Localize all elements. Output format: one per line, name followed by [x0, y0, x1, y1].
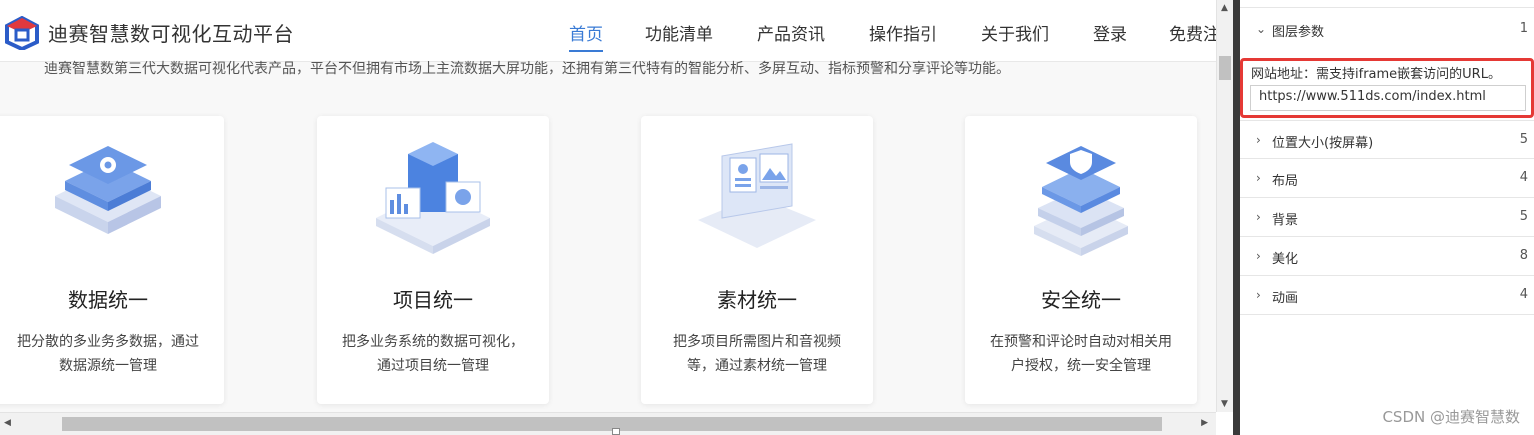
card-desc-line: 把多业务系统的数据可视化，: [342, 334, 524, 350]
project-cube-icon: [376, 142, 490, 254]
site-header: 迪赛智慧数可视化互动平台 首页 功能清单 产品资讯 操作指引 关于我们 登录 免…: [0, 0, 1216, 62]
card-desc-line: 数据源统一管理: [59, 358, 157, 374]
database-gear-icon: [55, 146, 161, 234]
scroll-right-arrow-icon[interactable]: ▶: [1201, 418, 1208, 428]
nav-item-register[interactable]: 免费注: [1169, 20, 1216, 45]
section-count: 1: [1519, 21, 1528, 36]
chevron-right-icon: ›: [1256, 171, 1261, 185]
section-label: 布局: [1272, 174, 1299, 189]
chevron-right-icon: ›: [1256, 133, 1261, 147]
section-layout[interactable]: › 布局 4: [1240, 159, 1534, 198]
watermark: CSDN @迪赛智慧数: [1382, 408, 1520, 426]
feature-card-project: 项目统一 把多业务系统的数据可视化， 通过项目统一管理: [317, 116, 549, 404]
feature-card-security: 安全统一 在预警和评论时自动对相关用 户授权，统一安全管理: [965, 116, 1197, 404]
card-desc-line: 把分散的多业务多数据，通过: [17, 334, 199, 350]
scroll-down-arrow-icon[interactable]: ▼: [1221, 399, 1228, 409]
card-description: 在预警和评论时自动对相关用 户授权，统一安全管理: [973, 330, 1189, 378]
card-desc-line: 户授权，统一安全管理: [1011, 358, 1151, 374]
url-field-group: 网站地址：需支持iframe嵌套访问的URL。 https://www.511d…: [1240, 58, 1534, 118]
nav-item-news[interactable]: 产品资讯: [757, 20, 825, 45]
feature-card-data: 数据统一 把分散的多业务多数据，通过 数据源统一管理: [0, 116, 224, 404]
chevron-right-icon: ›: [1256, 288, 1261, 302]
card-desc-line: 把多项目所需图片和音视频: [673, 334, 841, 350]
card-title: 安全统一: [1041, 288, 1121, 312]
section-count: 5: [1519, 132, 1528, 147]
section-label: 图层参数: [1272, 25, 1325, 40]
laptop-media-icon: [698, 143, 816, 248]
card-description: 把分散的多业务多数据，通过 数据源统一管理: [0, 330, 216, 378]
url-field-label: 网站地址：需支持iframe嵌套访问的URL。: [1251, 67, 1501, 82]
section-label: 美化: [1272, 252, 1299, 267]
card-description: 把多项目所需图片和音视频 等，通过素材统一管理: [649, 330, 865, 378]
section-count: 8: [1519, 248, 1528, 263]
iframe-vertical-scrollbar[interactable]: ▲ ▼: [1216, 0, 1233, 412]
section-count: 5: [1519, 209, 1528, 224]
feature-card-material: 素材统一 把多项目所需图片和音视频 等，通过素材统一管理: [641, 116, 873, 404]
card-title: 素材统一: [717, 288, 797, 312]
section-background[interactable]: › 背景 5: [1240, 198, 1534, 237]
nav-item-guide[interactable]: 操作指引: [869, 20, 937, 45]
section-beautify[interactable]: › 美化 8: [1240, 237, 1534, 276]
nav-item-about[interactable]: 关于我们: [981, 20, 1049, 45]
site-nav: 首页 功能清单 产品资讯 操作指引 关于我们 登录 免费注: [0, 20, 1216, 52]
chevron-down-icon: ⌄: [1256, 22, 1267, 36]
resize-handle[interactable]: [612, 428, 620, 435]
section-position-size[interactable]: › 位置大小(按屏幕) 5: [1240, 120, 1534, 159]
panel-top-strip: [1240, 0, 1534, 8]
card-desc-line: 在预警和评论时自动对相关用: [990, 334, 1172, 350]
shield-server-icon: [1034, 146, 1128, 256]
section-animation[interactable]: › 动画 4: [1240, 276, 1534, 315]
scroll-up-arrow-icon[interactable]: ▲: [1221, 3, 1228, 13]
intro-text: 迪赛智慧数第三代大数据可视化代表产品，平台不但拥有市场上主流数据大屏功能，还拥有…: [44, 61, 1010, 77]
iframe-preview: 迪赛智慧数可视化互动平台 首页 功能清单 产品资讯 操作指引 关于我们 登录 免…: [0, 0, 1216, 412]
card-description: 把多业务系统的数据可视化， 通过项目统一管理: [325, 330, 541, 378]
card-title: 数据统一: [68, 288, 148, 312]
nav-item-features[interactable]: 功能清单: [645, 20, 713, 45]
nav-item-login[interactable]: 登录: [1093, 20, 1127, 45]
chevron-right-icon: ›: [1256, 210, 1261, 224]
section-label: 背景: [1272, 213, 1299, 228]
section-label: 位置大小(按屏幕): [1272, 136, 1374, 151]
card-desc-line: 等，通过素材统一管理: [687, 358, 827, 374]
scroll-left-arrow-icon[interactable]: ◀: [4, 418, 11, 428]
section-layer-params[interactable]: ⌄ 图层参数 1: [1240, 10, 1534, 49]
section-label: 动画: [1272, 291, 1299, 306]
card-desc-line: 通过项目统一管理: [377, 358, 489, 374]
nav-item-home[interactable]: 首页: [569, 20, 603, 52]
panel-divider[interactable]: [1233, 0, 1240, 435]
chevron-right-icon: ›: [1256, 249, 1261, 263]
url-input[interactable]: https://www.511ds.com/index.html: [1250, 85, 1526, 111]
section-count: 4: [1519, 170, 1528, 185]
section-count: 4: [1519, 287, 1528, 302]
card-title: 项目统一: [393, 288, 473, 312]
property-panel: ⌄ 图层参数 1 网站地址：需支持iframe嵌套访问的URL。 https:/…: [1240, 0, 1534, 435]
iframe-horizontal-scrollbar[interactable]: ◀ ▶: [0, 412, 1216, 435]
vertical-scroll-thumb[interactable]: [1219, 56, 1231, 80]
